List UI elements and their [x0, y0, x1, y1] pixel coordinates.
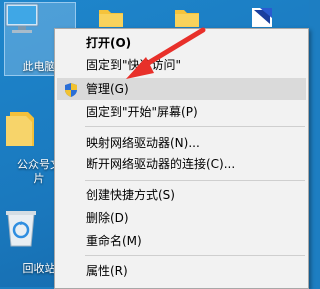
menu-separator	[85, 126, 305, 127]
menu-item-open[interactable]: 打开(O)	[57, 32, 306, 54]
folder-icon	[4, 112, 38, 152]
menu-item-label: 管理(G)	[86, 82, 129, 96]
menu-item-disconnect-network-drive[interactable]: 断开网络驱动器的连接(C)...	[57, 153, 306, 175]
menu-item-create-shortcut[interactable]: 创建快捷方式(S)	[57, 184, 306, 206]
menu-separator	[85, 180, 305, 181]
folder-icon[interactable]	[98, 6, 124, 28]
shortcut-icon[interactable]	[250, 6, 276, 28]
menu-item-map-network-drive[interactable]: 映射网络驱动器(N)...	[57, 132, 306, 154]
recycle-bin-icon	[4, 211, 38, 252]
menu-item-delete[interactable]: 删除(D)	[57, 207, 306, 229]
menu-item-pin-quick-access[interactable]: 固定到"快速访问"	[57, 54, 306, 76]
folder-icon[interactable]	[174, 6, 200, 28]
context-menu: 打开(O) 固定到"快速访问" 管理(G) 固定到"开始"屏幕(P) 映射网络驱…	[54, 28, 309, 289]
uac-shield-icon	[63, 82, 79, 98]
menu-item-pin-start[interactable]: 固定到"开始"屏幕(P)	[57, 101, 306, 123]
menu-item-rename[interactable]: 重命名(M)	[57, 230, 306, 252]
menu-item-properties[interactable]: 属性(R)	[57, 260, 306, 282]
menu-separator	[85, 255, 305, 256]
computer-icon	[4, 3, 40, 40]
menu-item-manage[interactable]: 管理(G)	[57, 78, 306, 100]
